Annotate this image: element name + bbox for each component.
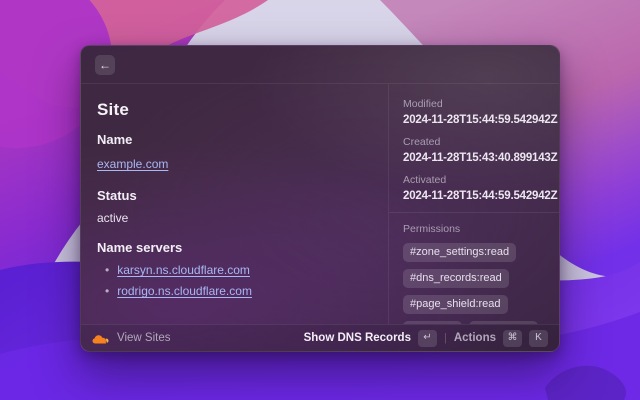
return-key-icon: ↵ [418,330,437,347]
window-body: Site Name example.com Status active Name… [81,84,559,324]
permissions-label: Permissions [403,223,545,235]
permission-tag: #page_shield:read [403,295,508,314]
status-value: active [97,211,372,225]
footer-divider: | [444,332,447,344]
metadata-label: Activated [403,174,545,186]
permission-tag: #zone_settings:read [403,243,516,262]
back-arrow-icon: ← [99,59,111,71]
actions-label: Actions [454,332,496,344]
metadata-label: Created [403,136,545,148]
list-item: • karsyn.ns.cloudflare.com [105,263,372,277]
detail-main: Site Name example.com Status active Name… [81,84,388,324]
nameserver-link[interactable]: rodrigo.ns.cloudflare.com [117,284,252,298]
permission-tag: #dns_records:read [403,269,509,288]
nameserver-link[interactable]: karsyn.ns.cloudflare.com [117,263,250,277]
status-heading: Status [97,188,372,203]
footer-app-label: View Sites [117,332,170,344]
metadata-value: 2024-11-28T15:44:59.542942Z [403,114,545,126]
nameservers-heading: Name servers [97,240,372,255]
page-title: Site [97,100,372,120]
window-footer: View Sites Show DNS Records ↵ | Actions … [81,324,559,351]
name-heading: Name [97,132,372,147]
site-name-link[interactable]: example.com [97,157,168,171]
back-button[interactable]: ← [95,55,115,75]
command-key-icon: ⌘ [503,330,522,347]
k-key-icon: K [529,330,548,347]
divider [389,212,559,213]
list-item: • rodrigo.ns.cloudflare.com [105,284,372,298]
show-dns-records-action[interactable]: Show DNS Records ↵ [304,330,437,347]
nameserver-list: • karsyn.ns.cloudflare.com • rodrigo.ns.… [97,263,372,298]
metadata-label: Modified [403,98,545,110]
cloudflare-icon [92,333,109,344]
window-header: ← [81,46,559,84]
metadata-value: 2024-11-28T15:44:59.542942Z [403,190,545,202]
desktop: ← Site Name example.com Status active Na… [0,0,640,400]
metadata-panel: Modified 2024-11-28T15:44:59.542942Z Cre… [388,84,559,324]
bullet-icon: • [105,285,109,297]
permissions-tags: #zone_settings:read #dns_records:read #p… [403,243,545,324]
primary-action-label: Show DNS Records [304,332,411,344]
actions-menu-button[interactable]: Actions ⌘ K [454,330,548,347]
metadata-value: 2024-11-28T15:43:40.899143Z [403,152,545,164]
app-window: ← Site Name example.com Status active Na… [80,45,560,352]
bullet-icon: • [105,264,109,276]
